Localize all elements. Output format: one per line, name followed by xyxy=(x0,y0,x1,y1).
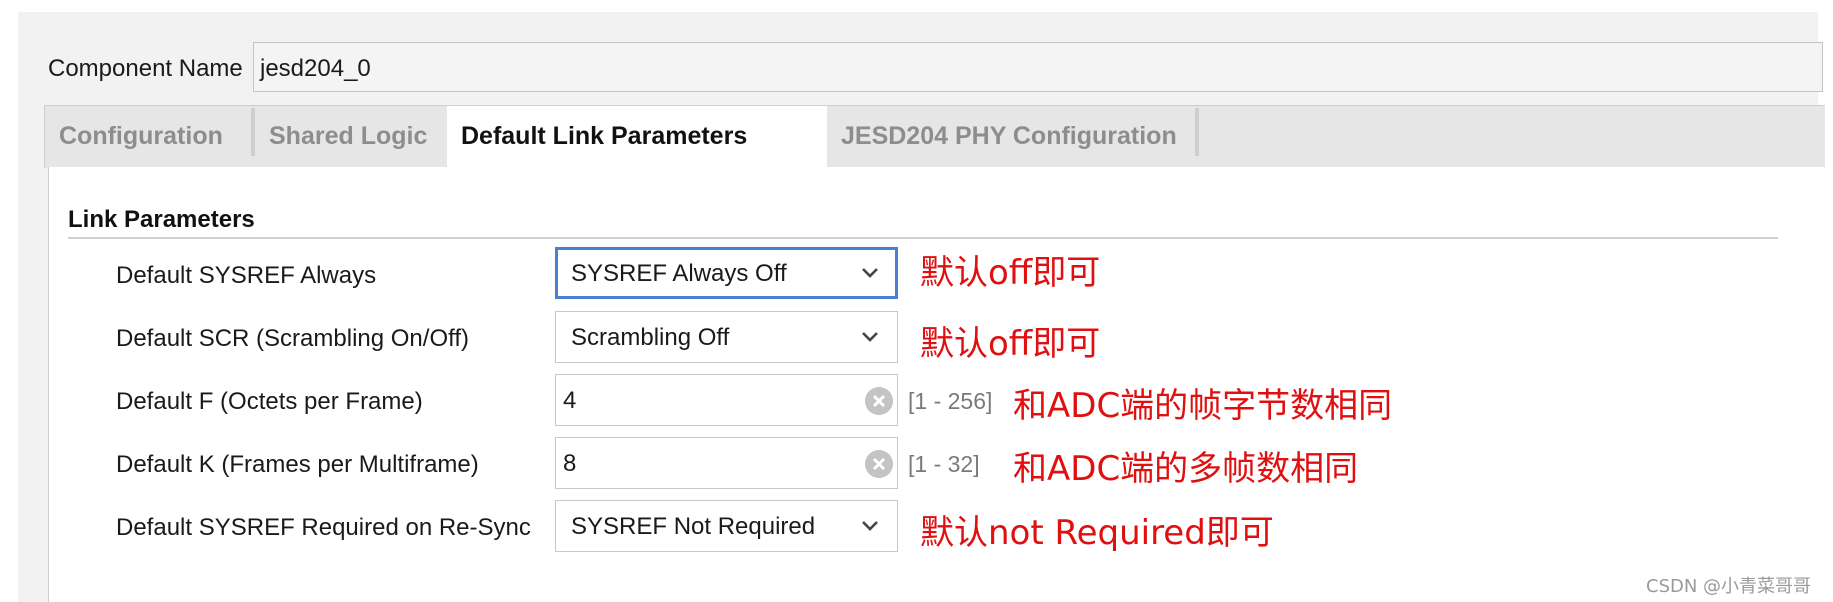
annotation-frames-per-multiframe: 和ADC端的多帧数相同 xyxy=(1013,449,1359,489)
octets-per-frame-value: 4 xyxy=(563,387,577,414)
frames-per-multiframe-range: [1 - 32] xyxy=(908,451,980,477)
param-label-sysref-always: Default SYSREF Always xyxy=(116,262,377,289)
frames-per-multiframe-value: 8 xyxy=(563,450,577,477)
clear-icon[interactable] xyxy=(865,387,893,415)
tab-separator xyxy=(1195,108,1199,156)
tab-default-link-parameters-label: Default Link Parameters xyxy=(461,122,748,150)
octets-per-frame-range: [1 - 256] xyxy=(908,388,993,414)
tab-configuration[interactable]: Configuration xyxy=(45,106,243,168)
annotation-octets-per-frame: 和ADC端的帧字节数相同 xyxy=(1013,386,1393,426)
param-label-frames-per-multiframe: Default K (Frames per Multiframe) xyxy=(116,451,479,478)
sysref-always-dropdown[interactable]: SYSREF Always Off xyxy=(555,247,898,299)
section-title: Link Parameters xyxy=(68,206,255,233)
tab-default-link-parameters[interactable]: Default Link Parameters xyxy=(447,106,827,168)
chevron-down-icon xyxy=(862,521,878,531)
frames-per-multiframe-input[interactable]: 8 xyxy=(555,437,898,489)
param-label-octets-per-frame: Default F (Octets per Frame) xyxy=(116,388,423,415)
sysref-always-value: SYSREF Always Off xyxy=(571,260,787,287)
tab-bar: Configuration Shared Logic Default Link … xyxy=(44,105,1825,168)
tab-shared-logic[interactable]: Shared Logic xyxy=(255,106,445,168)
tab-shared-logic-label: Shared Logic xyxy=(269,122,428,150)
annotation-sysref-always: 默认off即可 xyxy=(920,253,1101,293)
component-name-input[interactable]: jesd204_0 xyxy=(253,42,1823,92)
tab-jesd204-phy-configuration[interactable]: JESD204 PHY Configuration xyxy=(827,106,1199,168)
sysref-resync-value: SYSREF Not Required xyxy=(571,513,816,540)
sysref-resync-dropdown[interactable]: SYSREF Not Required xyxy=(555,500,898,552)
param-label-scr: Default SCR (Scrambling On/Off) xyxy=(116,325,470,352)
scrambling-value: Scrambling Off xyxy=(571,324,730,351)
scrambling-dropdown[interactable]: Scrambling Off xyxy=(555,311,898,363)
watermark: CSDN @小青菜哥哥 xyxy=(1646,576,1812,597)
section-divider xyxy=(68,237,1778,239)
tab-jesd204-phy-configuration-label: JESD204 PHY Configuration xyxy=(841,122,1177,150)
component-name-value: jesd204_0 xyxy=(260,55,371,82)
component-name-label: Component Name xyxy=(48,55,243,82)
octets-per-frame-input[interactable]: 4 xyxy=(555,374,898,426)
annotation-scrambling: 默认off即可 xyxy=(920,324,1101,364)
chevron-down-icon xyxy=(862,268,878,278)
clear-icon[interactable] xyxy=(865,450,893,478)
tab-configuration-label: Configuration xyxy=(59,122,223,150)
param-label-sysref-resync: Default SYSREF Required on Re-Sync xyxy=(116,514,531,541)
chevron-down-icon xyxy=(862,332,878,342)
annotation-sysref-resync: 默认not Required即可 xyxy=(920,513,1274,553)
